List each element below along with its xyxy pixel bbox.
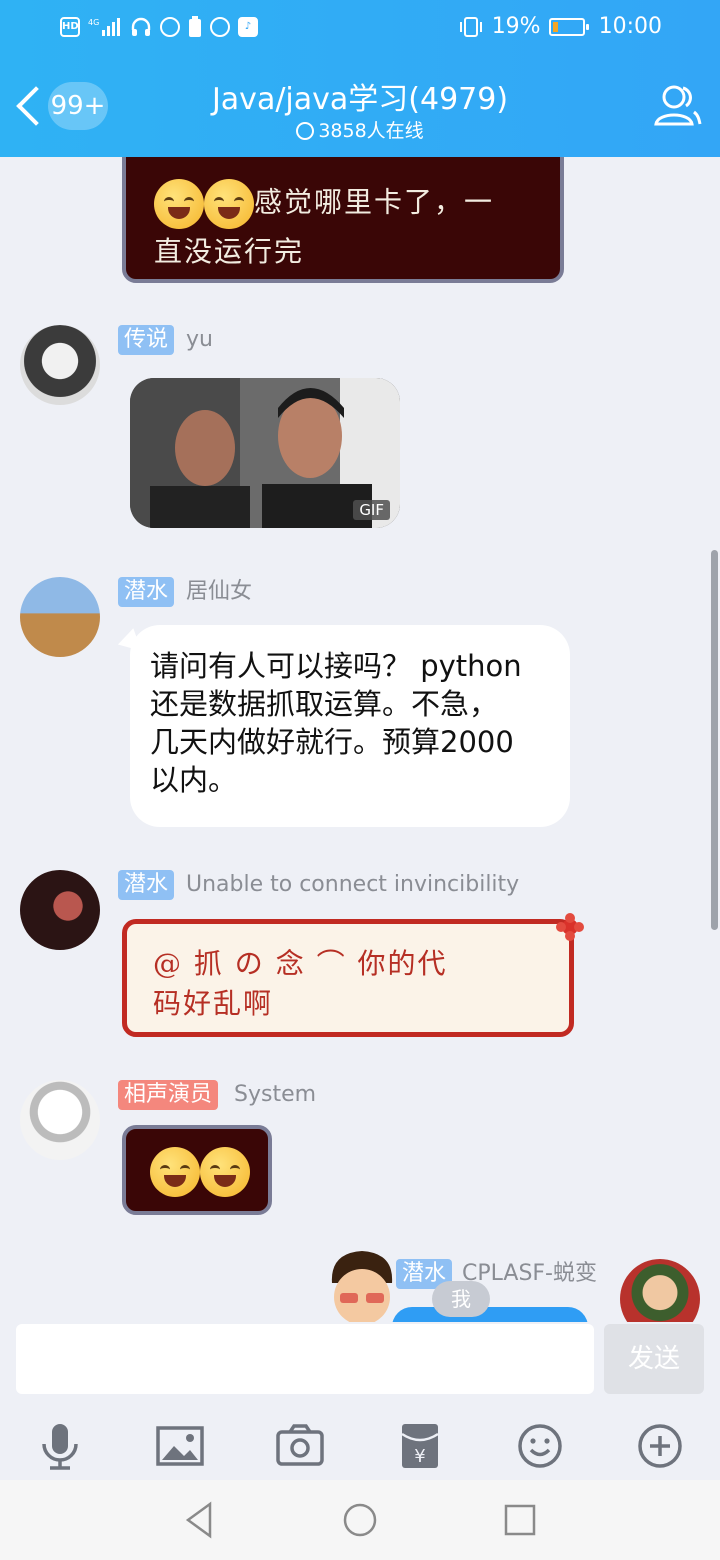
svg-text:4G: 4G [88, 18, 99, 27]
hd-icon: HD [60, 17, 80, 37]
status-icons-left: HD 4G ♪ [60, 16, 258, 38]
avatar[interactable] [20, 870, 100, 950]
battery-saver-icon [189, 16, 201, 37]
message-bubble[interactable]: 请问有人可以接吗？ python 还是数据抓取运算。不急， 几天内做好就行。预算… [130, 625, 570, 827]
battery-fill [552, 21, 558, 32]
member-tag: 潜水 [118, 870, 175, 900]
scrollbar[interactable] [711, 550, 718, 930]
message-text: 码好乱啊 [153, 987, 274, 1020]
message-text: 几天内做好就行。预算2000 [150, 725, 514, 759]
plus-icon[interactable] [632, 1418, 688, 1474]
nav-home-icon[interactable] [340, 1500, 380, 1540]
me-label: 我 [432, 1281, 490, 1317]
input-toolbar: ¥ [0, 1410, 720, 1480]
avatar[interactable] [20, 325, 100, 405]
vibrate-icon [459, 16, 482, 37]
gif-badge: GIF [353, 500, 390, 520]
message-list[interactable]: 感觉哪里卡了，一 直没运行完 传说 yu GIF 潜水 居仙女 请问有人可以接吗… [0, 157, 720, 1322]
avatar[interactable] [20, 577, 100, 657]
mic-icon[interactable] [32, 1418, 88, 1474]
message-text: 直没运行完 [154, 235, 305, 268]
sender-name[interactable]: 居仙女 [186, 577, 252, 607]
member-tag: 潜水 [118, 577, 175, 607]
headset-icon [131, 17, 151, 36]
laughing-emoji-icon [200, 1147, 250, 1197]
send-button[interactable]: 发送 [604, 1324, 704, 1394]
red-packet-icon[interactable]: ¥ [392, 1418, 448, 1474]
cartoon-face-sticker [331, 1251, 393, 1322]
svg-text:¥: ¥ [414, 1446, 425, 1467]
nav-recents-icon[interactable] [500, 1500, 540, 1540]
header-bar: HD 4G ♪ 19% 10:00 99+ Java/java学习(4979) … [0, 0, 720, 157]
message-input[interactable] [16, 1324, 594, 1394]
flower-ornament-icon [556, 913, 584, 941]
crying-emoji-icon [204, 179, 254, 229]
member-tag: 传说 [118, 325, 175, 355]
online-text: 3858人在线 [318, 120, 424, 142]
sender-name[interactable]: yu [186, 325, 213, 355]
message-bubble-decorated[interactable] [122, 1125, 272, 1215]
member-tag: 相声演员 [118, 1080, 219, 1110]
sender-name[interactable]: Unable to connect invincibility [186, 870, 519, 900]
crying-emoji-icon [154, 179, 204, 229]
message-text: 还是数据抓取运算。不急， [150, 687, 499, 721]
group-members-icon[interactable] [650, 80, 704, 134]
message-text: 感觉哪里卡了，一 [254, 185, 495, 219]
message-text: 以内。 [150, 763, 238, 797]
camera-icon[interactable] [272, 1418, 328, 1474]
gif-image[interactable]: GIF [130, 378, 400, 528]
system-nav-bar [0, 1480, 720, 1560]
laughing-emoji-icon [150, 1147, 200, 1197]
emoji-icon[interactable] [512, 1418, 568, 1474]
message-text: 请问有人可以接吗？ python [150, 649, 522, 683]
sender-name[interactable]: System [234, 1080, 316, 1110]
chat-screen: HD 4G ♪ 19% 10:00 99+ Java/java学习(4979) … [0, 0, 720, 1560]
image-icon[interactable] [152, 1418, 208, 1474]
online-icon [296, 122, 315, 140]
battery-percent: 19% [491, 14, 541, 39]
tiktok-icon: ♪ [238, 17, 258, 37]
video-icon [210, 17, 230, 37]
battery-icon [548, 17, 589, 36]
message-text: @ 抓 の 念 ⌒ 你的代 [153, 947, 448, 980]
message-bubble-decorated[interactable]: @ 抓 の 念 ⌒ 你的代 码好乱啊 [122, 913, 584, 1037]
message-bubble-decorated[interactable]: 感觉哪里卡了，一 直没运行完 [122, 157, 564, 283]
status-bar: HD 4G ♪ 19% 10:00 [0, 0, 720, 56]
status-icons-right: 19% 10:00 [458, 14, 662, 39]
globe-icon [160, 17, 180, 37]
group-title: Java/java学习(4979) [211, 82, 509, 117]
online-count: 3858人在线 [0, 116, 720, 143]
nav-back-icon[interactable] [180, 1500, 220, 1540]
avatar[interactable] [20, 1080, 100, 1160]
own-message-bubble[interactable] [392, 1307, 588, 1322]
4g-signal-icon: 4G [88, 18, 120, 36]
avatar[interactable] [620, 1259, 700, 1322]
input-bar: 发送 [0, 1322, 720, 1410]
clock: 10:00 [598, 14, 662, 39]
